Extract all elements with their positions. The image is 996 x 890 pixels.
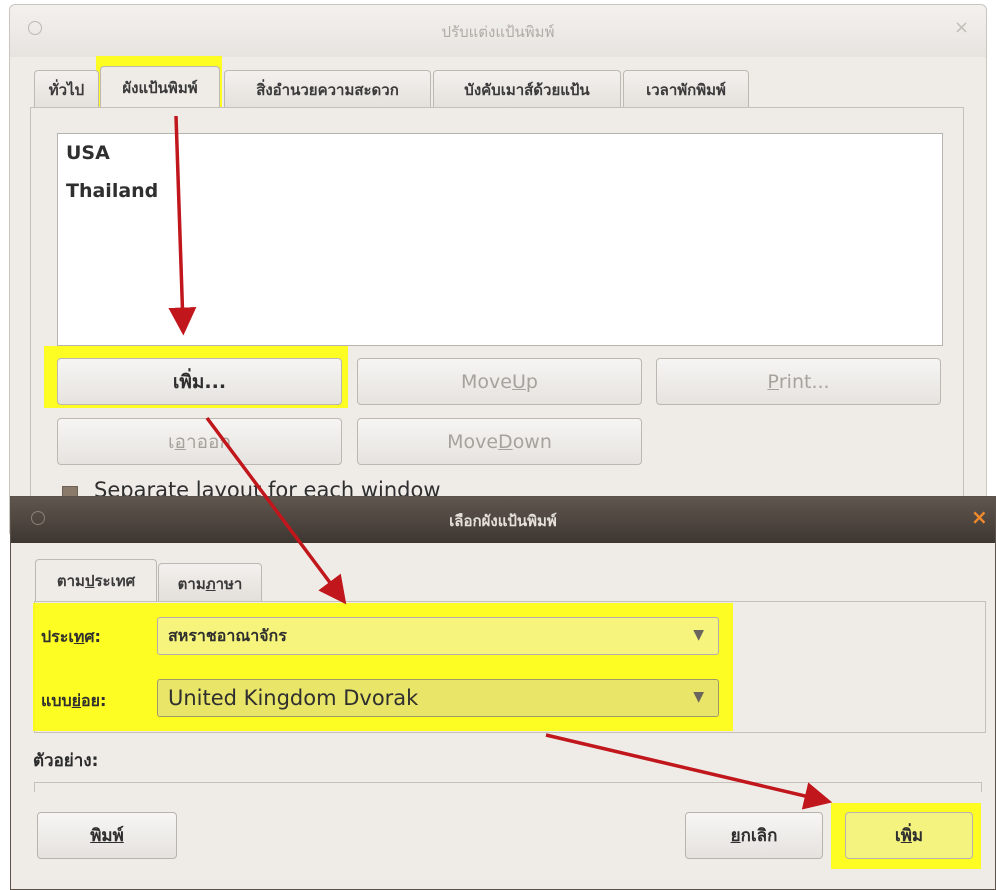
tab-label-part: ระเทศ [94,571,136,590]
label-part: ประเ [41,627,74,646]
preview-label: ตัวอย่าง: [33,751,99,771]
country-value: สหราชอาณาจักร [168,625,287,645]
mnemonic-letter: D [498,430,513,453]
country-combobox[interactable]: สหราชอาณาจักร ▼ [157,617,719,655]
tab-mouse-keys[interactable]: บังคับเมาส์ด้วยแป้น [433,70,621,108]
button-label-part: Move [461,370,512,393]
button-label-part: าออก [185,430,231,453]
button-label: เพิ่ม... [172,370,227,393]
choose-layout-dialog: เลือกผังแป้นพิมพ์ × ตามประเทศ ตามภาษา ปร… [10,496,996,890]
chevron-down-icon: ▼ [693,627,704,643]
mnemonic-letter: U [511,370,526,393]
button-label: พิมพ์ [90,826,124,846]
remove-button[interactable]: เอาออก [57,418,342,465]
tab-label-part: ตาม [177,574,206,593]
mnemonic-letter: ย [730,826,741,846]
layout-list[interactable]: USA Thailand [57,133,943,346]
close-icon[interactable]: × [954,17,969,38]
window-titlebar: ปรับแต่งแป้นพิมพ์ × [10,5,986,57]
tab-general[interactable]: ทั่วไป [34,70,99,108]
mnemonic-letter: P [767,370,779,393]
tab-label: ทั่วไป [48,80,85,99]
tab-label-part: ตาม [56,571,85,590]
tab-typing-break[interactable]: เวลาพักพิมพ์ [623,70,749,108]
tab-accessibility[interactable]: สิ่งอำนวยความสะดวก [224,70,431,108]
label-part: อย: [81,691,107,710]
mnemonic-letter: ป [84,571,95,590]
close-icon[interactable]: × [971,505,988,529]
mnemonic-letter: ท [73,627,85,646]
move-up-button[interactable]: Move Up [357,358,642,405]
variant-label: แบบย่อย: [41,689,106,714]
tab-layouts[interactable]: ผังแป้นพิมพ์ [100,66,220,108]
tab-by-language[interactable]: ตามภาษา [158,563,262,603]
button-label-part: ่ม [911,826,924,846]
mnemonic-letter: ย่ [71,691,81,710]
variant-value: United Kingdom Dvorak [168,686,419,710]
tab-by-country[interactable]: ตามประเทศ [35,559,157,601]
add-layout-button[interactable]: เพิ่ม... [57,358,342,405]
button-label-part: rint... [778,370,830,393]
button-label-part: p [525,370,538,393]
mnemonic-letter: อ [174,430,186,453]
list-item[interactable]: USA [66,142,110,164]
preview-area [34,782,982,792]
dialog-title: เลือกผังแป้นพิมพ์ [449,512,557,530]
chevron-down-icon: ▼ [693,689,704,705]
tab-label: บังคับเมาส์ด้วยแป้น [464,80,590,99]
list-item[interactable]: Thailand [66,180,158,202]
mnemonic-letter: พิ [900,826,912,846]
button-label-part: กเลิก [740,826,778,846]
print-button[interactable]: Print... [656,358,941,405]
dialog-titlebar: เลือกผังแป้นพิมพ์ × [11,497,995,543]
country-label: ประเทศ: [41,625,101,650]
label-part: ศ: [84,627,101,646]
window-title: ปรับแต่งแป้นพิมพ์ [441,23,555,41]
print-button[interactable]: พิมพ์ [37,812,177,859]
tab-label: สิ่งอำนวยความสะดวก [256,80,399,99]
tab-label: ผังแป้นพิมพ์ [122,78,198,97]
button-label-part: own [512,430,552,453]
add-button[interactable]: เพิ่ม [845,812,973,859]
mnemonic-letter: ภ [205,574,216,593]
variant-combobox[interactable]: United Kingdom Dvorak ▼ [157,679,719,717]
cancel-button[interactable]: ยกเลิก [685,812,823,859]
button-label-part: Move [447,430,499,453]
tab-label-part: าษา [215,574,243,593]
tab-label: เวลาพักพิมพ์ [646,80,726,99]
label-part: แบบ [41,691,72,710]
move-down-button[interactable]: Move Down [357,418,642,465]
